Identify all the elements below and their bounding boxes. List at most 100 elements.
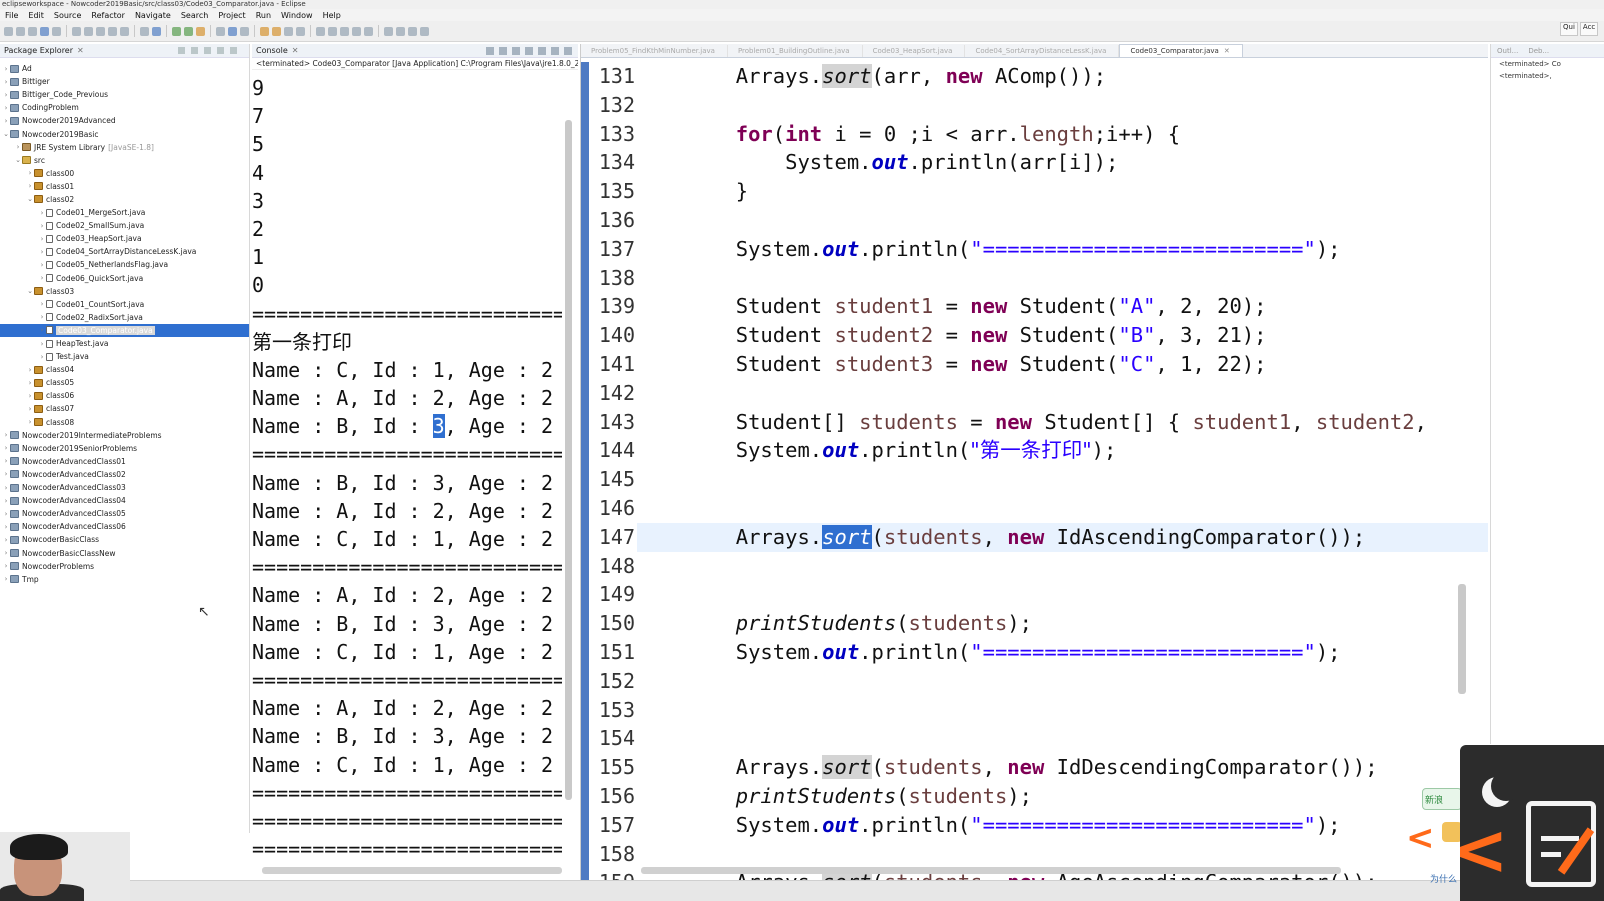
toolbar-button-icon[interactable]	[328, 26, 337, 36]
editor-tab[interactable]: Code03_Comparator.java ✕	[1119, 44, 1243, 57]
tree-item[interactable]: › Nowcoder2019Advanced	[0, 114, 249, 127]
menu-file[interactable]: File	[0, 11, 23, 20]
tree-item[interactable]: › Code03_Comparator.java	[0, 323, 249, 337]
link-icon[interactable]	[191, 47, 198, 54]
expand-arrow-icon[interactable]: ›	[14, 143, 22, 151]
tree-item[interactable]: › NowcoderAdvancedClass02	[0, 468, 249, 481]
toolbar-button-icon[interactable]	[260, 26, 269, 36]
tree-item[interactable]: › Code01_CountSort.java	[0, 298, 249, 311]
expand-arrow-icon[interactable]: ›	[38, 274, 46, 282]
expand-arrow-icon[interactable]: ›	[2, 470, 10, 478]
expand-arrow-icon[interactable]: ›	[2, 444, 10, 452]
tree-item[interactable]: › Code02_SmallSum.java	[0, 219, 249, 232]
tree-item[interactable]: › class07	[0, 402, 249, 415]
expand-arrow-icon[interactable]: ›	[2, 562, 10, 570]
floating-chat-widget[interactable]: 新浪 < 为什么	[1406, 788, 1462, 898]
collapse-arrow-icon[interactable]: ⌄	[26, 195, 34, 203]
toolbar-button-icon[interactable]	[240, 26, 249, 36]
editor-tab[interactable]: Code04_SortArrayDistanceLessK.java	[965, 45, 1120, 57]
tree-item[interactable]: ⌄ Nowcoder2019Basic	[0, 127, 249, 140]
chevron-left-icon[interactable]: <	[1406, 818, 1435, 858]
toolbar-button-icon[interactable]	[84, 26, 93, 36]
menu-edit[interactable]: Edit	[23, 11, 49, 20]
expand-arrow-icon[interactable]: ›	[2, 431, 10, 439]
tree-item[interactable]: › Bittiger_Code_Previous	[0, 88, 249, 101]
tree-item[interactable]: ⌄ class03	[0, 285, 249, 298]
expand-arrow-icon[interactable]: ›	[26, 405, 34, 413]
tree-item[interactable]: › class00	[0, 167, 249, 180]
expand-arrow-icon[interactable]: ›	[38, 222, 46, 230]
expand-arrow-icon[interactable]: ›	[2, 65, 10, 73]
tree-item[interactable]: › NowcoderAdvancedClass01	[0, 455, 249, 468]
expand-arrow-icon[interactable]: ›	[38, 248, 46, 256]
expand-arrow-icon[interactable]: ›	[2, 117, 10, 125]
expand-arrow-icon[interactable]: ›	[26, 182, 34, 190]
chat-widget-link[interactable]: 为什么	[1430, 872, 1457, 885]
expand-arrow-icon[interactable]: ›	[2, 510, 10, 518]
tree-item[interactable]: › JRE System Library [JavaSE-1.8]	[0, 141, 249, 154]
expand-arrow-icon[interactable]: ›	[26, 418, 34, 426]
expand-arrow-icon[interactable]: ›	[38, 353, 46, 361]
expand-arrow-icon[interactable]: ›	[2, 457, 10, 465]
chat-widget-header[interactable]: 新浪	[1422, 788, 1462, 810]
tree-item[interactable]: › Code06_QuickSort.java	[0, 272, 249, 285]
tree-item[interactable]: › NowcoderAdvancedClass06	[0, 520, 249, 533]
toolbar-button-icon[interactable]	[96, 26, 105, 36]
outline-tab[interactable]: Deb...	[1528, 47, 1549, 55]
toolbar-button-icon[interactable]	[364, 26, 373, 36]
close-icon[interactable]: ✕	[77, 46, 84, 55]
tree-item[interactable]: › Code04_SortArrayDistanceLessK.java	[0, 245, 249, 258]
expand-arrow-icon[interactable]: ›	[38, 313, 46, 321]
tree-item[interactable]: › Code03_HeapSort.java	[0, 232, 249, 245]
expand-arrow-icon[interactable]: ›	[2, 91, 10, 99]
toolbar-button-icon[interactable]	[152, 26, 161, 36]
tree-item[interactable]: › Nowcoder2019IntermediateProblems	[0, 429, 249, 442]
console-output[interactable]: 9 7 5 4 3 2 1 0 ========================== 第一条打印 N…	[252, 74, 562, 866]
expand-arrow-icon[interactable]: ›	[26, 169, 34, 177]
toolbar-button-icon[interactable]	[296, 26, 305, 36]
toolbar-button-icon[interactable]	[52, 26, 61, 36]
toolbar-button-icon[interactable]	[396, 26, 405, 36]
expand-arrow-icon[interactable]: ›	[2, 497, 10, 505]
remove-launch-icon[interactable]	[499, 46, 507, 55]
expand-arrow-icon[interactable]: ›	[38, 209, 46, 217]
toolbar-button-icon[interactable]	[72, 26, 81, 36]
scroll-lock-icon[interactable]	[525, 46, 533, 55]
menu-refactor[interactable]: Refactor	[86, 11, 130, 20]
tree-item[interactable]: › Code01_MergeSort.java	[0, 206, 249, 219]
menu-help[interactable]: Help	[318, 11, 346, 20]
tree-item[interactable]: › NowcoderAdvancedClass03	[0, 481, 249, 494]
console-vertical-scrollbar[interactable]	[565, 120, 572, 800]
editor-horizontal-scrollbar[interactable]	[641, 867, 1341, 874]
expand-arrow-icon[interactable]: ›	[2, 523, 10, 531]
menu-run[interactable]: Run	[251, 11, 276, 20]
toolbar-button-icon[interactable]	[228, 26, 237, 36]
view-menu-icon[interactable]	[204, 47, 211, 54]
tree-item[interactable]: › CodingProblem	[0, 101, 249, 114]
expand-arrow-icon[interactable]: ›	[38, 261, 46, 269]
quick-access-field[interactable]: Acc	[1579, 22, 1599, 36]
expand-arrow-icon[interactable]: ›	[2, 575, 10, 583]
debug-launch-item[interactable]: <terminated>,	[1491, 70, 1604, 82]
tree-item[interactable]: › NowcoderProblems	[0, 560, 249, 573]
menu-project[interactable]: Project	[213, 11, 250, 20]
editor-vertical-scrollbar[interactable]	[1458, 584, 1466, 694]
menu-search[interactable]: Search	[176, 11, 213, 20]
tree-item[interactable]: › NowcoderAdvancedClass04	[0, 494, 249, 507]
tree-item[interactable]: › Tmp	[0, 573, 249, 586]
expand-arrow-icon[interactable]: ›	[38, 235, 46, 243]
expand-arrow-icon[interactable]: ›	[2, 104, 10, 112]
pin-console-icon[interactable]	[551, 46, 559, 55]
toolbar-button-icon[interactable]	[420, 26, 429, 36]
toolbar-button-icon[interactable]	[120, 26, 129, 36]
toolbar-button-icon[interactable]	[284, 26, 293, 36]
editor-tab[interactable]: Problem01_BuildingOutline.java	[728, 45, 863, 57]
collapse-arrow-icon[interactable]: ⌄	[2, 130, 10, 138]
toolbar-button-icon[interactable]	[108, 26, 117, 36]
quick-access[interactable]: Qui Acc	[1560, 22, 1604, 36]
menu-navigate[interactable]: Navigate	[130, 11, 176, 20]
tree-item[interactable]: › class08	[0, 416, 249, 429]
collapse-icon[interactable]	[178, 47, 185, 54]
tree-item[interactable]: › Test.java	[0, 350, 249, 363]
toolbar-button-icon[interactable]	[384, 26, 393, 36]
